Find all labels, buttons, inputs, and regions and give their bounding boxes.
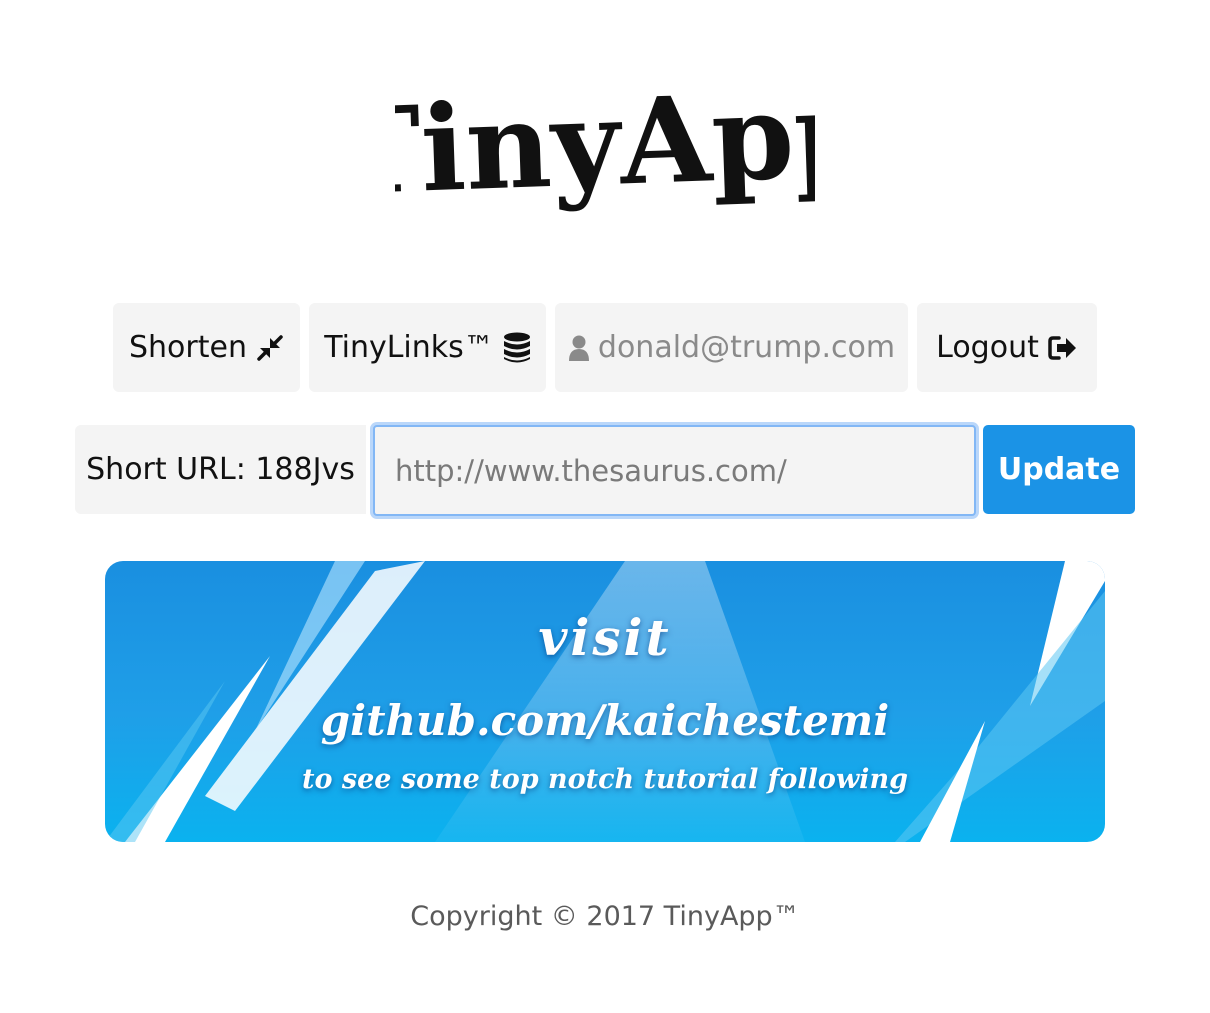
short-url-label: Short URL: 188Jvs — [75, 425, 366, 514]
nav-logout-label: Logout — [936, 330, 1039, 365]
nav-tinylinks-button[interactable]: TinyLinks™ — [309, 303, 546, 392]
nav-tinylinks-label: TinyLinks™ — [324, 330, 494, 365]
nav-user-account[interactable]: donald@trump.com — [555, 303, 908, 392]
banner-visit-text: visit — [538, 608, 672, 667]
nav-logout-button[interactable]: Logout — [917, 303, 1097, 392]
compress-arrows-icon — [256, 334, 284, 362]
promo-banner: visit github.com/kaichestemi to see some… — [105, 561, 1105, 842]
nav-shorten-button[interactable]: Shorten — [113, 303, 300, 392]
database-icon — [503, 332, 531, 364]
nav-user-email: donald@trump.com — [597, 330, 896, 365]
footer-copyright: Copyright © 2017 TinyApp™ — [410, 901, 800, 932]
banner-subtitle: to see some top notch tutorial following — [302, 764, 908, 795]
nav-shorten-label: Shorten — [129, 330, 247, 365]
logo: TinyApp — [395, 62, 815, 240]
long-url-input[interactable] — [373, 425, 976, 516]
update-button[interactable]: Update — [983, 425, 1135, 514]
user-icon — [568, 334, 590, 362]
sign-out-icon — [1048, 335, 1078, 361]
banner-github-link: github.com/kaichestemi — [320, 696, 890, 745]
logo-text: TinyApp — [395, 64, 815, 222]
logo-wordmark: TinyApp — [395, 64, 815, 222]
